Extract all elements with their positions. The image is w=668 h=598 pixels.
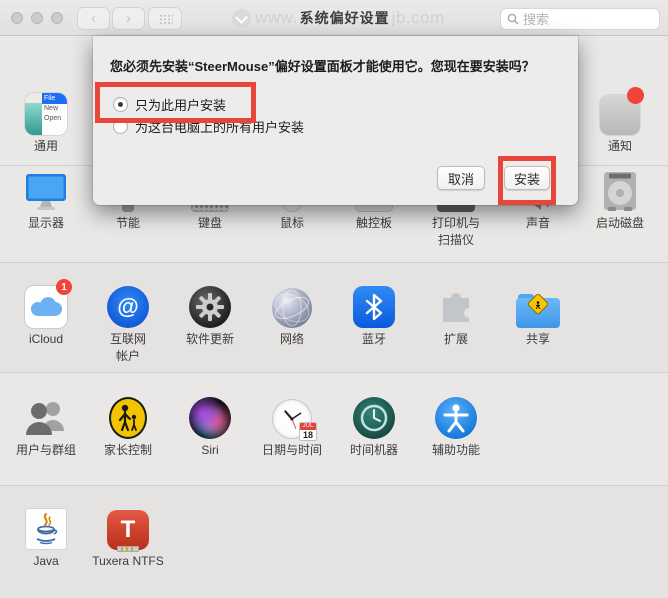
minimize-window-button[interactable] [31,12,43,24]
pref-label: 互联网 帐户 [109,332,146,363]
parental-controls-icon [109,397,147,439]
startup-disk-icon [604,172,636,211]
pref-label: Java [33,554,59,568]
pref-label: 共享 [525,332,550,346]
pref-label: 时间机器 [349,443,398,457]
pref-label: 日期与时间 [261,443,322,457]
window-title: 系统偏好设置 [299,10,390,26]
calendar-day: 18 [302,430,313,440]
general-menu-new-text: New [44,104,59,112]
annotation-box-radio [95,82,256,123]
pref-label: 节能 [115,216,140,230]
accessibility-icon [435,397,477,439]
software-update-icon [189,286,231,328]
pref-item-sharing[interactable]: 共享 [497,284,579,372]
general-menu-open-text: Open [44,114,62,122]
pref-item-icloud[interactable]: 1 iCloud [5,279,87,372]
icloud-badge: 1 [56,279,72,295]
tuxera-ntfs-icon: T [107,510,149,550]
pref-label: 扩展 [443,332,468,346]
calendar-icon: JUL 18 [299,422,317,441]
pref-label: iCloud [28,332,64,346]
watermark-logo-icon [232,8,251,28]
pref-item-internet-accounts[interactable]: @ 互联网 帐户 [87,284,169,372]
pref-label: 网络 [279,332,304,346]
close-window-button[interactable] [11,12,23,24]
title-area: www. 系统偏好设置 jb.com [232,0,445,36]
pref-label: 家长控制 [103,443,152,457]
pref-label: 蓝牙 [361,332,386,346]
pref-item-date-time[interactable]: JUL 18 日期与时间 [251,395,333,485]
extensions-icon [435,286,477,328]
pref-label: Siri [201,443,219,457]
pref-label: 鼠标 [279,216,304,230]
pref-item-tuxera-ntfs[interactable]: T Tuxera NTFS [87,506,169,598]
back-button[interactable]: ‹ [77,7,110,30]
at-sign-glyph: @ [117,294,139,319]
tuxera-letter: T [120,516,136,543]
pref-label: Tuxera NTFS [92,554,164,568]
pref-label: 键盘 [197,216,222,230]
cancel-button[interactable]: 取消 [437,166,485,190]
pref-item-parental-controls[interactable]: 家长控制 [87,395,169,485]
calendar-month: JUL [300,423,316,430]
search-field[interactable] [500,8,660,30]
java-icon [25,508,67,550]
pref-row-3: 1 iCloud @ 互联网 帐户 软件更新 网络 蓝牙 扩展 共享 [0,262,668,372]
display-icon [26,174,66,210]
notification-dot-badge [627,87,644,104]
pref-item-java[interactable]: Java [5,506,87,598]
pref-label: 通用 [33,139,58,153]
time-machine-icon [353,397,395,439]
pref-label: 辅助功能 [431,443,480,457]
pref-item-software-update[interactable]: 软件更新 [169,284,251,372]
pref-label: 启动磁盘 [595,216,644,230]
chevron-right-icon: › [126,10,131,27]
pref-item-extensions[interactable]: 扩展 [415,284,497,372]
general-menu-file-text: File [42,93,67,104]
grid-icon [159,14,173,25]
search-icon [507,13,519,25]
annotation-box-install [498,156,556,205]
siri-icon [189,397,231,439]
tuxera-connector [117,546,139,552]
pref-item-notifications[interactable]: 通知 [579,87,661,155]
show-all-button[interactable] [148,7,182,30]
pref-label: 打印机与 扫描仪 [431,216,480,247]
date-time-icon: JUL 18 [272,399,317,441]
watermark-text-left: www. [255,8,298,27]
bluetooth-icon [353,286,395,328]
pref-row-4: 用户与群组 家长控制 Siri JUL 18 日期与时间 时间机器 辅助功能 [0,372,668,485]
network-icon [272,288,312,328]
pref-label: 触控板 [355,216,392,230]
pref-label: 显示器 [27,216,64,230]
pref-row-5: Java T Tuxera NTFS [0,485,668,598]
zoom-window-button[interactable] [51,12,63,24]
pref-item-bluetooth[interactable]: 蓝牙 [333,284,415,372]
pref-item-accessibility[interactable]: 辅助功能 [415,395,497,485]
forward-button[interactable]: › [112,7,145,30]
pref-label: 声音 [525,216,550,230]
titlebar: ‹ › www. 系统偏好设置 jb.com [0,0,668,36]
pref-item-network[interactable]: 网络 [251,284,333,372]
pref-item-displays[interactable]: 显示器 [5,168,87,262]
pref-label: 通知 [607,139,632,153]
pref-label: 用户与群组 [15,443,76,457]
pref-item-users-groups[interactable]: 用户与群组 [5,395,87,485]
internet-accounts-icon: @ [107,286,149,328]
pref-item-startup-disk[interactable]: 启动磁盘 [579,168,661,262]
search-input[interactable] [523,11,643,27]
sharing-icon [516,292,560,328]
pref-item-time-machine[interactable]: 时间机器 [333,395,415,485]
pref-item-siri[interactable]: Siri [169,395,251,485]
users-groups-icon [26,402,64,435]
general-icon: File New Open [25,93,67,135]
pref-label: 软件更新 [185,332,234,346]
pref-item-general[interactable]: File New Open 通用 [5,91,87,155]
watermark-text-right: jb.com [391,8,445,27]
dialog-message: 您必须先安装“SteerMouse”偏好设置面板才能使用它。您现在要安装吗？ [110,59,535,74]
chevron-left-icon: ‹ [91,10,96,27]
